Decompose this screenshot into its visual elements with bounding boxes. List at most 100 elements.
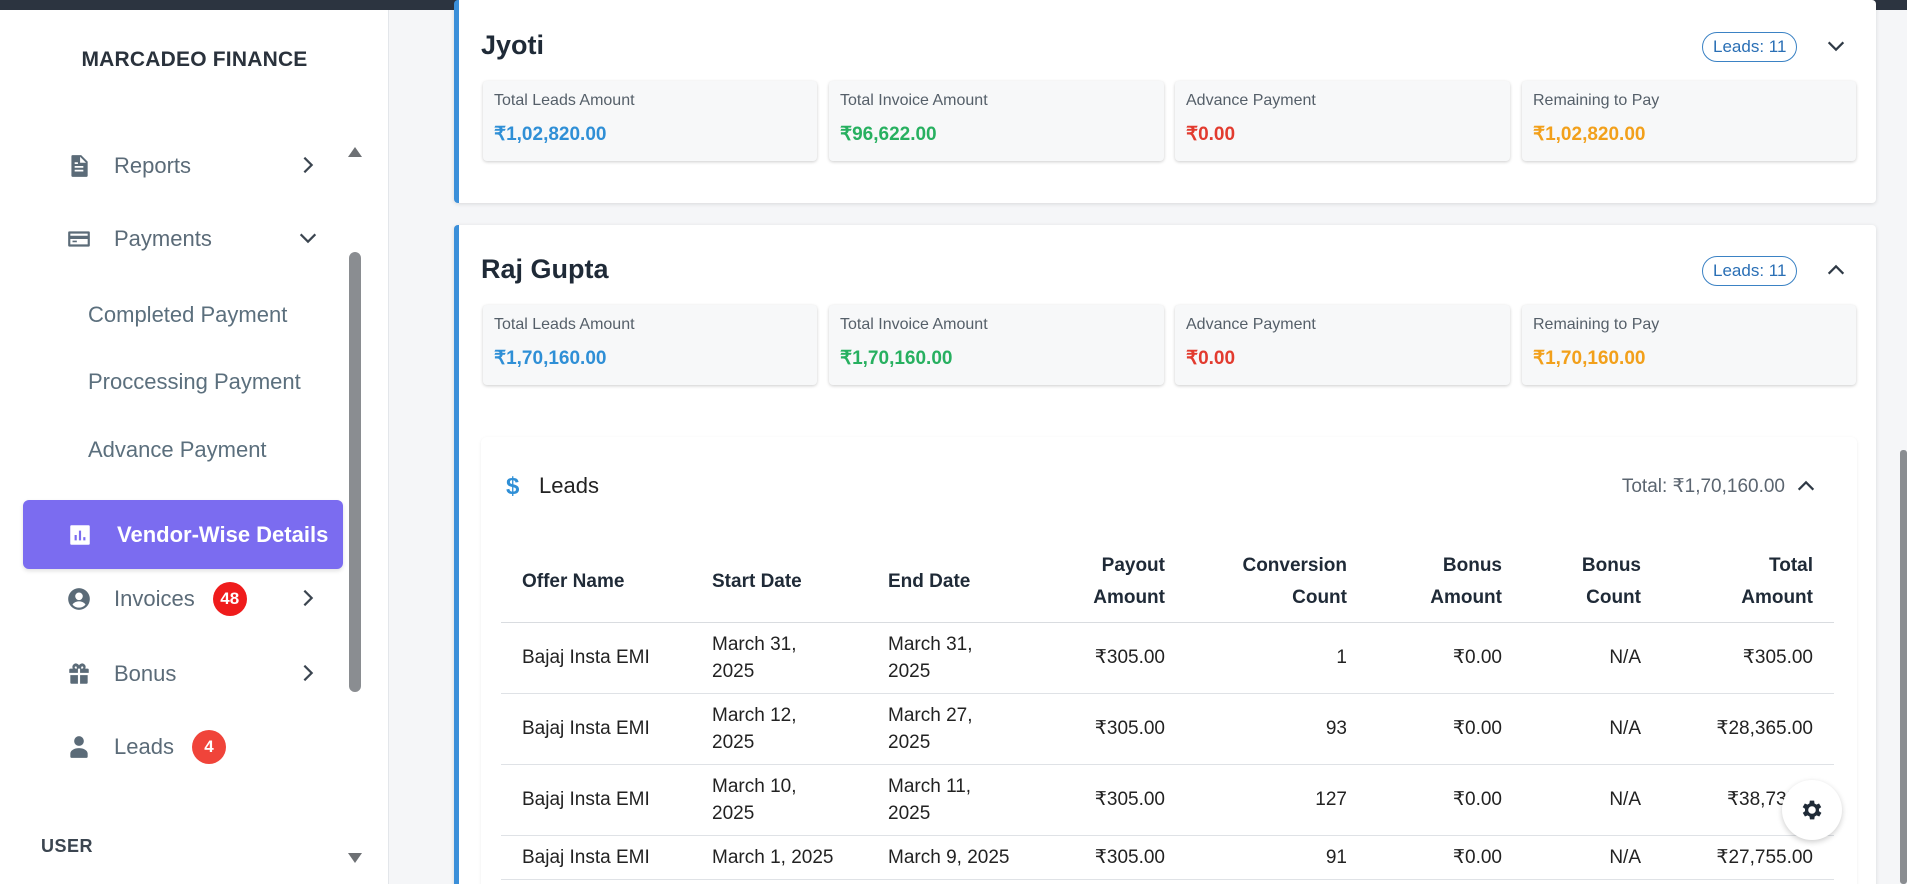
chevron-right-icon: [297, 587, 319, 609]
column-header-payout-amount[interactable]: Payout Amount: [1043, 543, 1186, 623]
scroll-down-arrow-icon[interactable]: [346, 851, 364, 865]
sidebar-item-label: Invoices: [114, 586, 195, 611]
stat-label: Total Leads Amount: [494, 316, 635, 333]
cell-start-date: March 12, 2025: [691, 693, 867, 765]
cell-start-date: March 10, 2025: [691, 764, 867, 836]
sidebar-scrollbar-thumb[interactable]: [349, 252, 361, 692]
sidebar-item-leads[interactable]: Leads 4: [24, 716, 344, 778]
cell-end-date: March 9, 2025: [867, 835, 1043, 880]
gift-icon: [64, 659, 94, 689]
stat-value: ₹1,02,820.00: [494, 124, 607, 145]
table-row[interactable]: Bajaj Insta EMI March 31, 2025 March 31, 2…: [501, 622, 1834, 694]
stat-label: Advance Payment: [1186, 92, 1316, 109]
stat-total-leads-amount: Total Leads Amount ₹1,70,160.00: [483, 305, 817, 385]
chevron-down-icon[interactable]: [1825, 35, 1847, 57]
cell-end-date: March 31, 2025: [867, 622, 1043, 694]
stat-remaining-to-pay: Remaining to Pay ₹1,70,160.00: [1522, 305, 1856, 385]
stat-value: ₹1,70,160.00: [840, 348, 953, 369]
cell-total-amount: ₹305.00: [1662, 622, 1834, 694]
cell-bonus-count: N/A: [1523, 764, 1662, 836]
column-header-offer-name[interactable]: Offer Name: [501, 543, 691, 623]
cell-payout-amount: ₹305.00: [1043, 622, 1186, 694]
cell-bonus-amount: ₹0.00: [1368, 693, 1523, 765]
cell-total-amount: ₹28,365.00: [1662, 693, 1834, 765]
table-row[interactable]: Bajaj Insta EMI March 1, 2025 March 9, 2…: [501, 835, 1834, 880]
cell-offer-name: Bajaj Insta EMI: [501, 693, 691, 765]
cell-end-date: March 11, 2025: [867, 764, 1043, 836]
table-row[interactable]: Bajaj Insta EMI March 12, 2025 March 27, 2…: [501, 693, 1834, 765]
vendor-name: Raj Gupta: [481, 254, 609, 284]
sidebar-item-label: Bonus: [114, 661, 177, 686]
cell-bonus-count: N/A: [1523, 835, 1662, 880]
cell-offer-name: Bajaj Insta EMI: [501, 835, 691, 880]
stat-label: Advance Payment: [1186, 316, 1316, 333]
column-header-total-amount[interactable]: Total Amount: [1662, 543, 1834, 623]
stat-value: ₹1,02,820.00: [1533, 124, 1646, 145]
cell-payout-amount: ₹305.00: [1043, 764, 1186, 836]
stat-advance-payment: Advance Payment ₹0.00: [1175, 81, 1510, 161]
leads-table: Offer Name Start Date End Date Payout Amo…: [501, 543, 1834, 880]
stat-label: Total Leads Amount: [494, 92, 635, 109]
sidebar-item-invoices[interactable]: Invoices 48: [24, 568, 344, 630]
chevron-right-icon: [297, 662, 319, 684]
card-icon: [64, 224, 94, 254]
vendor-card-jyoti: Jyoti Leads: 11 Total Leads Amount ₹1,02…: [454, 0, 1876, 203]
cell-bonus-amount: ₹0.00: [1368, 622, 1523, 694]
cell-conversion-count: 1: [1186, 622, 1368, 694]
leads-panel: $ Leads Total: ₹1,70,160.00 Offer Name S…: [481, 437, 1857, 884]
page-scrollbar-thumb[interactable]: [1900, 450, 1907, 884]
leads-count-badge: 4: [191, 730, 226, 764]
settings-fab[interactable]: [1782, 780, 1842, 840]
cell-end-date: March 27, 2025: [867, 693, 1043, 765]
cell-offer-name: Bajaj Insta EMI: [501, 764, 691, 836]
column-header-start-date[interactable]: Start Date: [691, 543, 867, 623]
stat-remaining-to-pay: Remaining to Pay ₹1,02,820.00: [1522, 81, 1856, 161]
stat-value: ₹1,70,160.00: [1533, 348, 1646, 369]
sidebar: MARCADEO FINANCE Reports Payments Comple…: [0, 10, 389, 884]
cell-start-date: March 31, 2025: [691, 622, 867, 694]
stat-value: ₹0.00: [1186, 124, 1236, 145]
sidebar-item-reports[interactable]: Reports: [24, 135, 344, 197]
cell-payout-amount: ₹305.00: [1043, 835, 1186, 880]
stat-label: Total Invoice Amount: [840, 92, 988, 109]
section-label-user: USER: [41, 836, 94, 856]
dollar-icon: $: [506, 473, 520, 500]
cell-total-amount: ₹27,755.00: [1662, 835, 1834, 880]
column-header-end-date[interactable]: End Date: [867, 543, 1043, 623]
leads-count-pill: Leads: 11: [1702, 256, 1798, 286]
gear-icon: [1802, 800, 1822, 820]
sidebar-item-bonus[interactable]: Bonus: [24, 643, 344, 705]
sidebar-item-vendor-wise-details[interactable]: Vendor-Wise Details: [23, 500, 343, 569]
column-header-conversion-count[interactable]: Conversion Count: [1186, 543, 1368, 623]
brand-title: MARCADEO FINANCE: [81, 48, 308, 71]
chevron-up-icon[interactable]: [1795, 475, 1817, 497]
scroll-up-arrow-icon[interactable]: [346, 145, 364, 159]
cell-bonus-amount: ₹0.00: [1368, 764, 1523, 836]
sidebar-item-label: Leads: [114, 734, 174, 759]
document-icon: [64, 151, 94, 181]
leads-count-pill: Leads: 11: [1702, 32, 1798, 62]
chevron-up-icon[interactable]: [1825, 259, 1847, 281]
sidebar-item-label: Reports: [114, 153, 192, 178]
stat-value: ₹0.00: [1186, 348, 1236, 369]
stat-value: ₹96,622.00: [840, 124, 937, 145]
sidebar-subitem-advance-payment[interactable]: Advance Payment: [88, 437, 267, 463]
sidebar-item-payments[interactable]: Payments: [24, 208, 344, 270]
column-header-bonus-count[interactable]: Bonus Count: [1523, 543, 1662, 623]
chevron-right-icon: [297, 154, 319, 176]
sidebar-subitem-processing-payment[interactable]: Proccessing Payment: [88, 369, 301, 395]
leads-title: Leads: [539, 473, 599, 498]
column-header-bonus-amount[interactable]: Bonus Amount: [1368, 543, 1523, 623]
vendor-name: Jyoti: [481, 30, 545, 60]
stat-value: ₹1,70,160.00: [494, 348, 607, 369]
table-row[interactable]: Bajaj Insta EMI March 10, 2025 March 11, 2…: [501, 764, 1834, 836]
stat-label: Remaining to Pay: [1533, 316, 1660, 333]
sidebar-subitem-completed-payment[interactable]: Completed Payment: [88, 302, 287, 328]
sidebar-item-label: Payments: [114, 226, 212, 251]
invoices-count-badge: 48: [212, 582, 247, 616]
cell-bonus-amount: ₹0.00: [1368, 835, 1523, 880]
cell-conversion-count: 93: [1186, 693, 1368, 765]
cell-payout-amount: ₹305.00: [1043, 693, 1186, 765]
cell-offer-name: Bajaj Insta EMI: [501, 622, 691, 694]
table-header-row: Offer Name Start Date End Date Payout Amo…: [501, 543, 1834, 623]
